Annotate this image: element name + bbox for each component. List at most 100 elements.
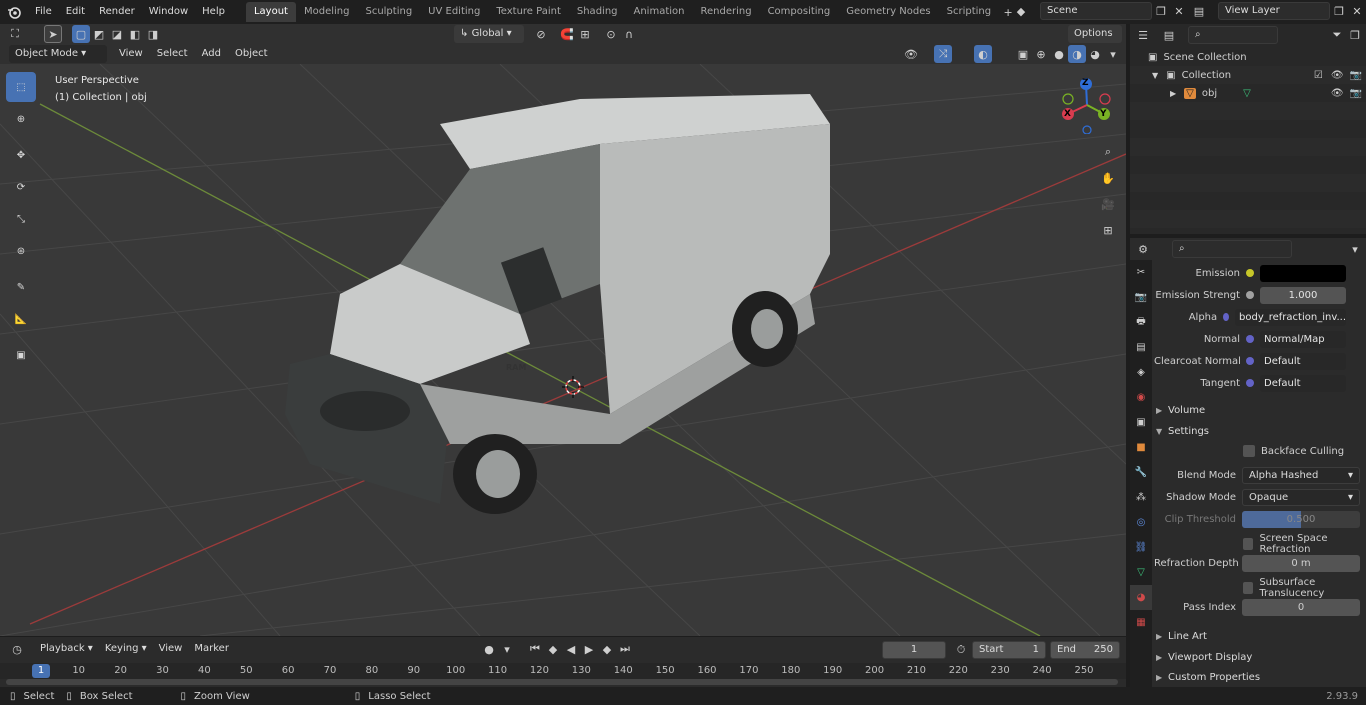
menu-file[interactable]: File: [28, 0, 59, 24]
perspective-grid-icon[interactable]: ⊞: [1098, 220, 1118, 240]
vp-menu-view[interactable]: View: [112, 45, 150, 63]
view-layer-selector[interactable]: ▤ View Layer ❐ ✕: [1190, 2, 1366, 20]
vp-menu-select[interactable]: Select: [150, 45, 195, 63]
output-tab-icon[interactable]: 🖶: [1130, 310, 1152, 335]
move-tool-icon[interactable]: ✥: [6, 140, 36, 170]
delete-scene-icon[interactable]: ✕: [1170, 2, 1188, 20]
tool-tab-icon[interactable]: ✂: [1130, 260, 1152, 285]
backface-culling-checkbox[interactable]: Backface Culling: [1243, 445, 1344, 457]
tab-geometry-nodes[interactable]: Geometry Nodes: [838, 2, 938, 22]
prev-keyframe-icon[interactable]: ◆: [544, 640, 562, 658]
modifier-tab-icon[interactable]: 🔧: [1130, 460, 1152, 485]
display-mode-icon[interactable]: ▤: [1160, 26, 1178, 44]
jump-end-icon[interactable]: ⏭: [616, 640, 634, 658]
obj-row[interactable]: ▶ ▽ obj ▽ 👁 📷: [1170, 84, 1362, 102]
start-frame-field[interactable]: Start 1: [972, 641, 1046, 659]
measure-tool-icon[interactable]: 📐: [6, 304, 36, 334]
rotate-tool-icon[interactable]: ⟳: [6, 172, 36, 202]
rendered-shading-icon[interactable]: ◕: [1086, 45, 1104, 63]
mode-invert-icon[interactable]: ◧: [126, 25, 144, 43]
expand-obj-icon[interactable]: ▶: [1170, 89, 1176, 98]
play-reverse-icon[interactable]: ◀: [562, 640, 580, 658]
new-collection-icon[interactable]: ❐: [1346, 26, 1364, 44]
properties-editor-icon[interactable]: ⚙: [1134, 240, 1152, 258]
record-icon[interactable]: ●: [480, 640, 498, 658]
camera-icon[interactable]: 🎥: [1098, 194, 1118, 214]
obj-eye-icon[interactable]: 👁: [1331, 88, 1344, 99]
zoom-icon[interactable]: ⌕: [1098, 142, 1118, 162]
settings-panel[interactable]: ▼ Settings: [1156, 421, 1209, 441]
transform-tool-icon[interactable]: ⊛: [6, 236, 36, 266]
play-icon[interactable]: ▶: [580, 640, 598, 658]
menu-render[interactable]: Render: [92, 0, 142, 24]
properties-search[interactable]: ⌕: [1172, 240, 1292, 258]
tab-sculpting[interactable]: Sculpting: [357, 2, 420, 22]
scene-selector[interactable]: ◆ Scene ❐ ✕: [1012, 2, 1188, 20]
texture-tab-icon[interactable]: ▦: [1130, 610, 1152, 635]
custom-properties-panel[interactable]: ▶ Custom Properties: [1156, 667, 1260, 687]
line-art-panel[interactable]: ▶ Line Art: [1156, 626, 1207, 646]
refraction-depth-field[interactable]: 0 m: [1242, 555, 1360, 572]
timeline-menu-view[interactable]: View: [153, 640, 189, 658]
filter-icon[interactable]: ⏷: [1328, 26, 1346, 44]
pass-index-field[interactable]: 0: [1242, 599, 1360, 616]
3d-viewport[interactable]: User Perspective (1) Collection | obj RA…: [0, 64, 1126, 636]
particles-tab-icon[interactable]: ⁂: [1130, 485, 1152, 510]
gizmo-toggle-icon[interactable]: ⤨: [934, 45, 952, 63]
jump-start-icon[interactable]: ⏮: [526, 640, 544, 658]
menu-help[interactable]: Help: [195, 0, 232, 24]
snap-target-icon[interactable]: ⊞: [576, 25, 594, 43]
select-tool-icon[interactable]: ➤: [44, 25, 62, 43]
properties-options-icon[interactable]: ▾: [1346, 240, 1364, 258]
new-view-layer-icon[interactable]: ❐: [1330, 2, 1348, 20]
collection-eye-icon[interactable]: 👁: [1331, 70, 1344, 81]
editor-type-icon[interactable]: ⛶: [6, 25, 24, 43]
outliner-editor-icon[interactable]: ☰: [1134, 26, 1152, 44]
sss-checkbox[interactable]: Subsurface Translucency: [1243, 577, 1366, 599]
transform-orientation-dropdown[interactable]: ↳ Global ▾: [454, 25, 524, 43]
material-shading-icon[interactable]: ◑: [1068, 45, 1086, 63]
stopwatch-icon[interactable]: ⏱: [952, 641, 970, 659]
annotate-tool-icon[interactable]: ✎: [6, 272, 36, 302]
blender-logo-icon[interactable]: [0, 0, 28, 24]
scene-collection-row[interactable]: ▣ Scene Collection: [1148, 48, 1247, 66]
clip-threshold-slider[interactable]: 0.500: [1242, 511, 1360, 528]
timeline-editor-icon[interactable]: ◷: [8, 640, 26, 658]
vp-menu-object[interactable]: Object: [228, 45, 275, 63]
timeline-menu-playback[interactable]: Playback ▾: [34, 640, 99, 658]
overlay-toggle-icon[interactable]: ◐: [974, 45, 992, 63]
tab-uv-editing[interactable]: UV Editing: [420, 2, 488, 22]
scene-field[interactable]: Scene: [1040, 2, 1152, 20]
collection-tab-icon[interactable]: ▣: [1130, 410, 1152, 435]
view-layer-field[interactable]: View Layer: [1218, 2, 1330, 20]
proportional-edit-icon[interactable]: ⊙: [602, 25, 620, 43]
tangent-field[interactable]: Default: [1260, 374, 1346, 392]
end-frame-field[interactable]: End 250: [1050, 641, 1120, 659]
tab-layout[interactable]: Layout: [245, 2, 296, 22]
mode-subtract-icon[interactable]: ◪: [108, 25, 126, 43]
tab-scripting[interactable]: Scripting: [939, 2, 999, 22]
mode-extend-icon[interactable]: ◩: [90, 25, 108, 43]
blend-mode-dropdown[interactable]: Alpha Hashed ▾: [1242, 467, 1360, 484]
obj-camera-icon[interactable]: 📷: [1350, 88, 1362, 99]
delete-view-layer-icon[interactable]: ✕: [1348, 2, 1366, 20]
shading-dropdown-icon[interactable]: ▾: [1104, 45, 1122, 63]
timeline-scrollbar[interactable]: [6, 679, 1118, 685]
material-tab-icon[interactable]: ◕: [1130, 585, 1152, 610]
next-keyframe-icon[interactable]: ◆: [598, 640, 616, 658]
cursor-tool-icon[interactable]: ⊕: [6, 104, 36, 134]
backface-check-box[interactable]: [1243, 445, 1255, 457]
constraints-tab-icon[interactable]: ⛓: [1130, 535, 1152, 560]
physics-tab-icon[interactable]: ◎: [1130, 510, 1152, 535]
sss-check-box[interactable]: [1243, 582, 1254, 594]
scale-tool-icon[interactable]: ⤡: [6, 204, 36, 234]
record-options-icon[interactable]: ▾: [498, 640, 516, 658]
mode-intersect-icon[interactable]: ◨: [144, 25, 162, 43]
mode-new-icon[interactable]: ▢: [72, 25, 90, 43]
tab-animation[interactable]: Animation: [626, 2, 693, 22]
solid-shading-icon[interactable]: ●: [1050, 45, 1068, 63]
pivot-icon[interactable]: ⊘: [532, 25, 550, 43]
timeline-menu-marker[interactable]: Marker: [188, 640, 235, 658]
clearcoat-field[interactable]: Default: [1260, 352, 1346, 370]
volume-panel[interactable]: ▶ Volume: [1156, 400, 1205, 420]
